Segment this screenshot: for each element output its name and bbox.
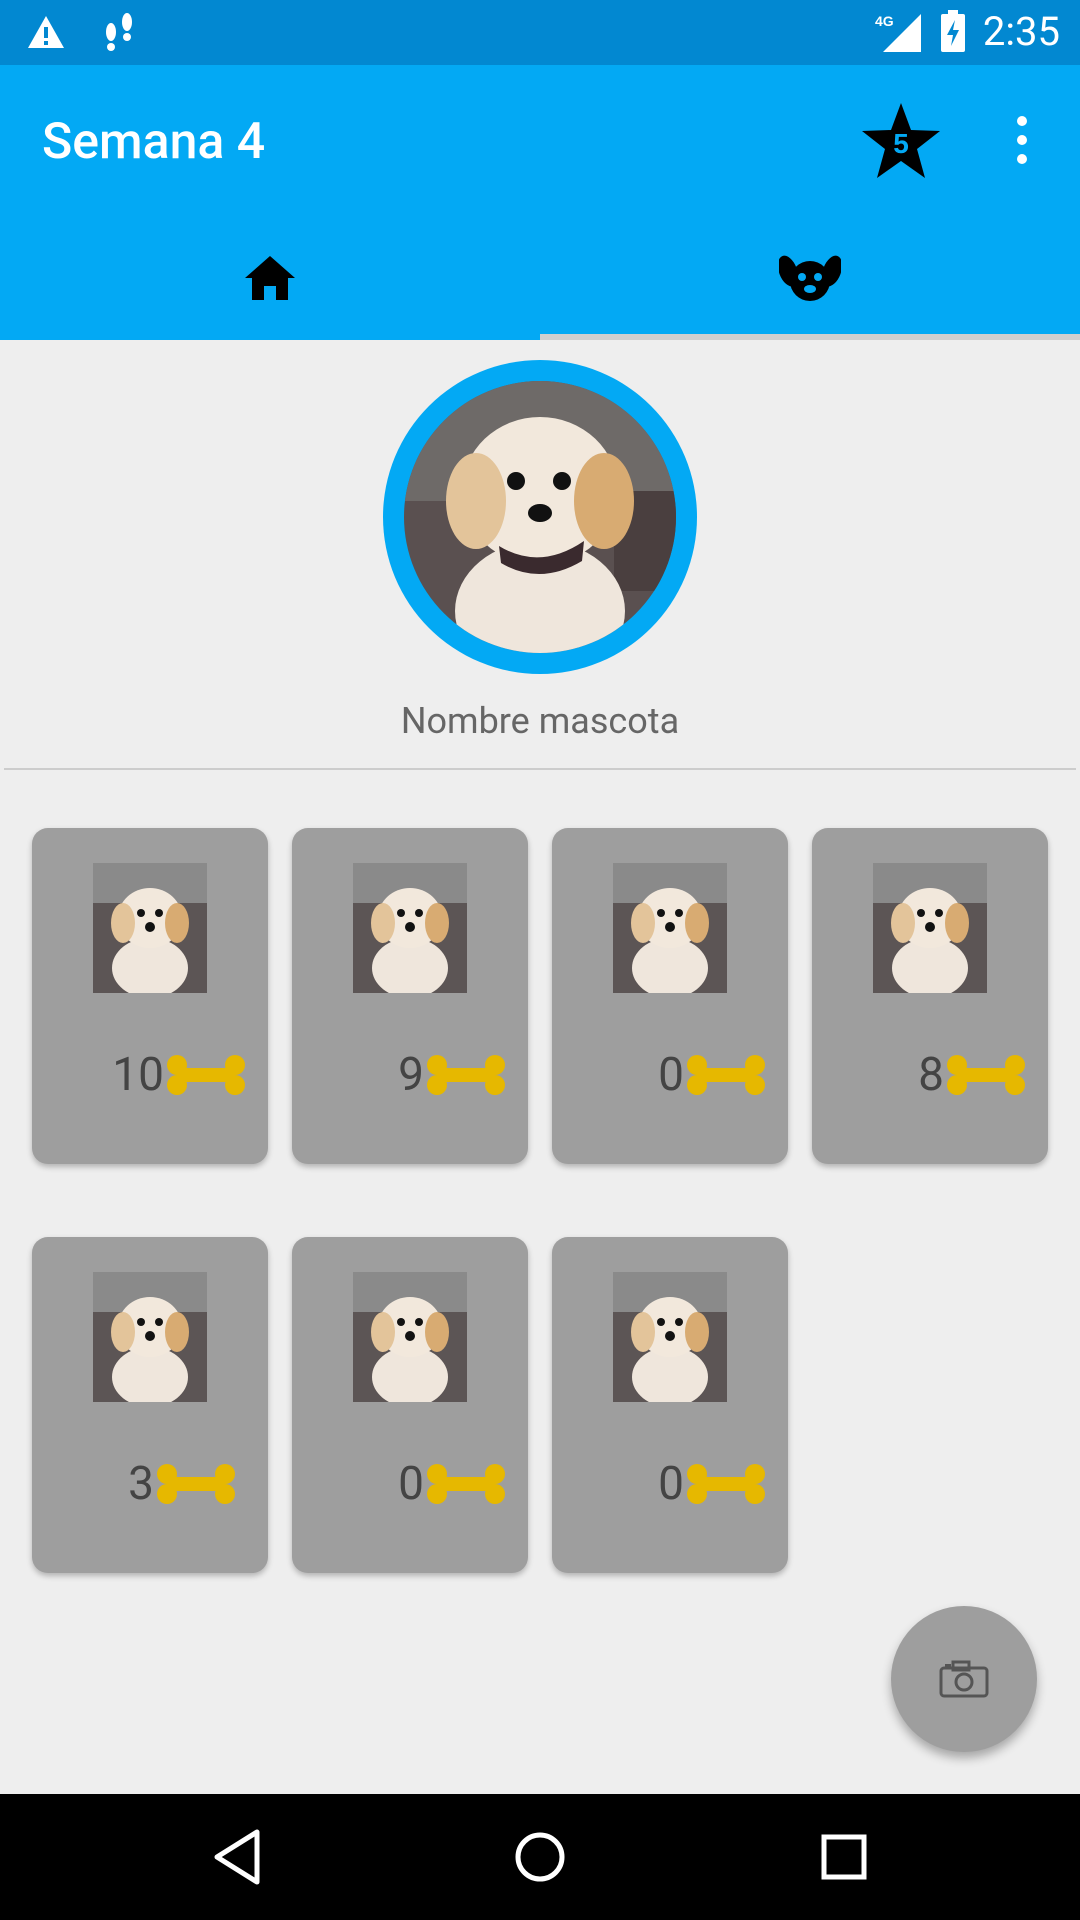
signal-icon: 4G xyxy=(875,13,921,52)
photo-card[interactable]: 9 xyxy=(292,828,528,1164)
thumbnail-image xyxy=(93,1272,207,1402)
photo-card[interactable]: 0 xyxy=(552,1237,788,1573)
likes-count: 9 xyxy=(398,1048,424,1102)
bone-icon xyxy=(947,1055,1025,1095)
app-bar: Semana 4 5 xyxy=(0,65,1080,340)
likes-counter: 3 xyxy=(128,1457,236,1511)
pet-photo xyxy=(404,381,676,653)
notification-icons xyxy=(26,12,136,52)
thumbnail-image xyxy=(873,863,987,993)
pet-name-label: Nombre mascota xyxy=(400,700,680,742)
overflow-menu-icon[interactable] xyxy=(1010,115,1034,165)
back-icon[interactable] xyxy=(203,1824,269,1890)
home-icon xyxy=(245,255,295,300)
likes-count: 3 xyxy=(128,1457,154,1511)
warning-icon xyxy=(28,16,64,48)
likes-count: 8 xyxy=(918,1048,944,1102)
likes-counter: 0 xyxy=(658,1048,766,1102)
thumbnail-image xyxy=(613,863,727,993)
likes-counter: 9 xyxy=(398,1048,506,1102)
status-bar: 4G 2:35 xyxy=(0,0,1080,65)
clock: 2:35 xyxy=(982,8,1060,55)
battery-charging-icon xyxy=(940,9,965,52)
divider xyxy=(4,768,1076,770)
recents-icon[interactable] xyxy=(811,1824,877,1890)
favorites-count: 5 xyxy=(893,128,909,159)
bone-icon xyxy=(157,1464,235,1504)
svg-text:4G: 4G xyxy=(875,13,894,29)
home-circle-icon[interactable] xyxy=(507,1824,573,1890)
bone-icon xyxy=(687,1055,765,1095)
thumbnail-image xyxy=(613,1272,727,1402)
likes-counter: 8 xyxy=(918,1048,1026,1102)
likes-count: 0 xyxy=(658,1457,684,1511)
likes-counter: 0 xyxy=(658,1457,766,1511)
bone-icon xyxy=(427,1055,505,1095)
system-navigation-bar xyxy=(0,1794,1080,1920)
favorites-star-button[interactable]: 5 xyxy=(860,101,942,183)
photo-card[interactable]: 0 xyxy=(292,1237,528,1573)
bone-icon xyxy=(687,1464,765,1504)
thumbnail-image xyxy=(353,863,467,993)
bone-icon xyxy=(167,1055,245,1095)
thumbnail-image xyxy=(93,863,207,993)
likes-counter: 0 xyxy=(398,1457,506,1511)
app-title: Semana 4 xyxy=(42,113,266,171)
footsteps-icon xyxy=(106,13,132,51)
camera-fab-button[interactable] xyxy=(891,1606,1037,1752)
tab-pet-profile[interactable] xyxy=(540,215,1080,340)
photo-card[interactable]: 3 xyxy=(32,1237,268,1573)
likes-counter: 10 xyxy=(112,1048,246,1102)
dog-icon xyxy=(779,255,841,301)
bone-icon xyxy=(427,1464,505,1504)
photo-card[interactable]: 8 xyxy=(812,828,1048,1164)
camera-icon xyxy=(939,1660,989,1698)
tab-bar xyxy=(0,215,1080,340)
system-icons: 4G 2:35 xyxy=(873,8,1060,55)
likes-count: 10 xyxy=(112,1048,164,1102)
likes-count: 0 xyxy=(398,1457,424,1511)
photo-card[interactable]: 10 xyxy=(32,828,268,1164)
thumbnail-image xyxy=(353,1272,467,1402)
photo-card[interactable]: 0 xyxy=(552,828,788,1164)
tab-home[interactable] xyxy=(0,215,540,340)
likes-count: 0 xyxy=(658,1048,684,1102)
pet-profile-picture xyxy=(383,360,697,674)
